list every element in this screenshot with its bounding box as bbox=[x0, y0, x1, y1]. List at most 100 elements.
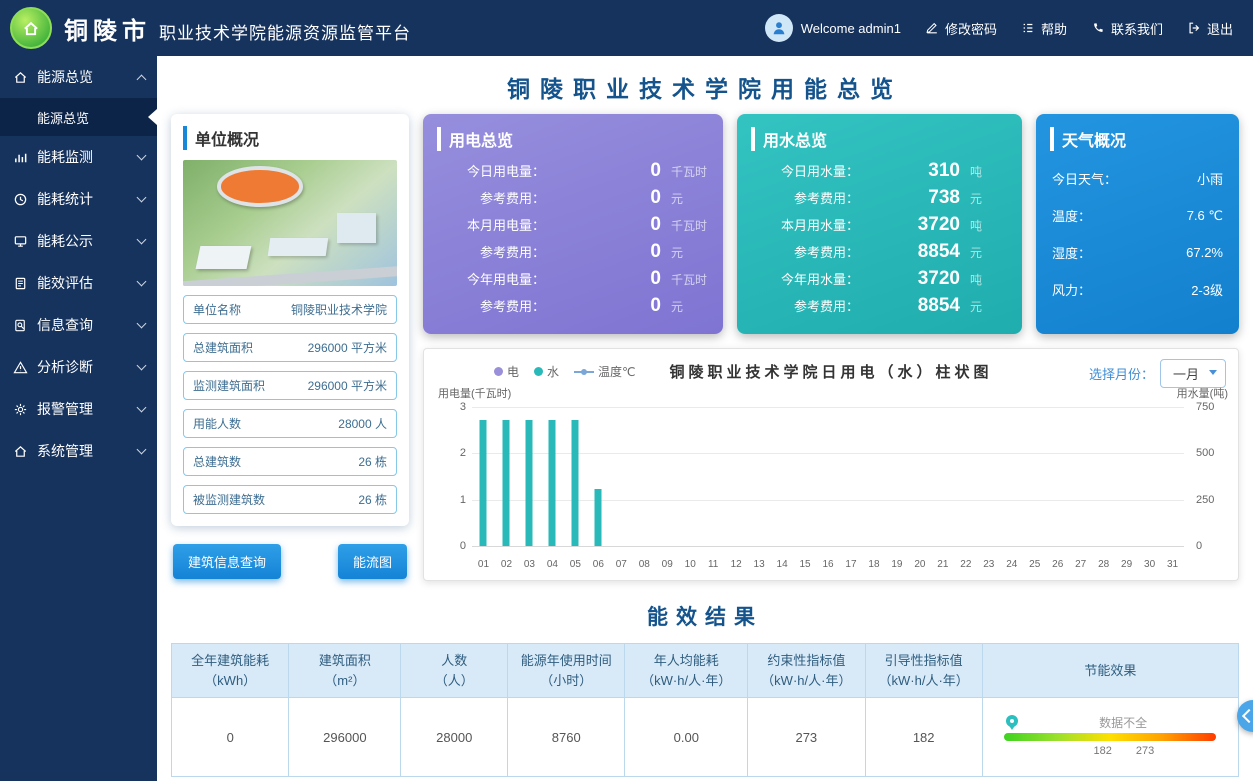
sidebar-item-info-query[interactable]: 信息查询 bbox=[0, 304, 157, 346]
x-axis-tick: 04 bbox=[541, 559, 564, 570]
user-avatar bbox=[765, 14, 793, 42]
building-info-query-button[interactable]: 建筑信息查询 bbox=[173, 544, 281, 579]
chart-day-slot bbox=[702, 407, 725, 546]
y-tick: 1 bbox=[432, 494, 466, 506]
chevron-down-icon bbox=[137, 235, 147, 245]
stat-line: 今日用电量： 0 千瓦时 bbox=[437, 160, 709, 187]
cell-annual-energy: 0 bbox=[172, 698, 289, 777]
sidebar-item-alarm-management[interactable]: 报警管理 bbox=[0, 388, 157, 430]
y-axis-left-label: 用电量(千瓦时) bbox=[438, 385, 511, 401]
x-axis-baseline bbox=[472, 546, 1184, 547]
x-axis-tick: 31 bbox=[1161, 559, 1184, 570]
marker-pin-icon bbox=[1006, 715, 1018, 727]
sidebar-subitem-energy-overview[interactable]: 能源总览 bbox=[0, 98, 157, 136]
sidebar-item-energy-publicity[interactable]: 能耗公示 bbox=[0, 220, 157, 262]
energy-flow-diagram-button[interactable]: 能流图 bbox=[338, 544, 407, 579]
building-shape bbox=[267, 238, 327, 256]
y-tick: 2 bbox=[432, 447, 466, 459]
cell-guide-index: 182 bbox=[865, 698, 982, 777]
stat-line: 今年用电量： 0 千瓦时 bbox=[437, 268, 709, 295]
effect-gradient-bar bbox=[1004, 733, 1216, 741]
effect-status: 数据不全 bbox=[1099, 714, 1147, 731]
chart-day-slot bbox=[633, 407, 656, 546]
stat-line: 参考费用： 738 元 bbox=[751, 187, 1008, 214]
month-select[interactable]: 一月 bbox=[1160, 359, 1226, 388]
col-building-area: 建筑面积（m²） bbox=[289, 644, 401, 698]
chart-day-slot bbox=[495, 407, 518, 546]
x-axis-tick: 24 bbox=[1000, 559, 1023, 570]
x-axis-tick: 29 bbox=[1115, 559, 1138, 570]
y-tick: 3 bbox=[432, 401, 466, 413]
change-password-button[interactable]: 修改密码 bbox=[925, 19, 997, 38]
stat-line: 参考费用： 0 元 bbox=[437, 187, 709, 214]
chart-day-slot bbox=[518, 407, 541, 546]
cell-building-area: 296000 bbox=[289, 698, 401, 777]
total-buildings-field: 总建筑数 26 栋 bbox=[183, 447, 397, 476]
chevron-down-icon bbox=[137, 151, 147, 161]
x-axis-tick: 08 bbox=[633, 559, 656, 570]
chart-plot-area: 3 2 1 0 750 500 250 0 bbox=[472, 407, 1184, 546]
active-notch-icon bbox=[148, 109, 157, 125]
x-axis-tick: 19 bbox=[885, 559, 908, 570]
chart-day-slot bbox=[1161, 407, 1184, 546]
x-axis-tick: 01 bbox=[472, 559, 495, 570]
bar-chart-icon bbox=[12, 150, 28, 165]
search-document-icon bbox=[12, 318, 28, 333]
chart-day-slot bbox=[977, 407, 1000, 546]
efficiency-results-title: 能效结果 bbox=[157, 601, 1253, 631]
weather-overview-title: 天气概况 bbox=[1050, 127, 1225, 151]
stat-line: 参考费用： 8854 元 bbox=[751, 241, 1008, 268]
chevron-down-icon bbox=[137, 277, 147, 287]
sidebar-item-analysis-diagnosis[interactable]: 分析诊断 bbox=[0, 346, 157, 388]
col-saving-effect: 节能效果 bbox=[982, 644, 1238, 698]
stat-line: 本月用水量： 3720 吨 bbox=[751, 214, 1008, 241]
contact-us-button[interactable]: 联系我们 bbox=[1091, 19, 1163, 38]
phone-icon bbox=[1091, 21, 1105, 35]
x-axis-tick: 05 bbox=[564, 559, 587, 570]
x-axis-tick: 02 bbox=[495, 559, 518, 570]
chart-day-slot bbox=[1115, 407, 1138, 546]
monitor-icon bbox=[12, 234, 28, 249]
col-guide-index: 引导性指标值（kW·h/人·年） bbox=[865, 644, 982, 698]
x-axis-tick: 15 bbox=[794, 559, 817, 570]
col-annual-hours: 能源年使用时间（小时） bbox=[508, 644, 625, 698]
y-tick: 0 bbox=[1196, 540, 1230, 552]
x-axis-tick: 22 bbox=[954, 559, 977, 570]
chart-bar-水-02 bbox=[503, 420, 510, 546]
user-menu[interactable]: Welcome admin1 bbox=[765, 14, 901, 42]
chart-bar-水-01 bbox=[480, 420, 487, 546]
page-title: 铜陵职业技术学院用能总览 bbox=[157, 70, 1253, 104]
chart-day-slot bbox=[725, 407, 748, 546]
cell-saving-effect: 数据不全 182 273 bbox=[982, 698, 1238, 777]
chart-bar-水-03 bbox=[526, 420, 533, 546]
temperature-line-icon bbox=[574, 368, 594, 376]
gear-icon bbox=[12, 402, 28, 417]
sidebar-item-energy-statistics[interactable]: 能耗统计 bbox=[0, 178, 157, 220]
sidebar-item-efficiency-evaluation[interactable]: 能效评估 bbox=[0, 262, 157, 304]
sidebar-item-system-management[interactable]: 系统管理 bbox=[0, 430, 157, 472]
logout-button[interactable]: 退出 bbox=[1187, 19, 1233, 38]
chart-day-slot bbox=[862, 407, 885, 546]
month-select-label: 选择月份： bbox=[1089, 364, 1154, 383]
legend-electricity: 电 bbox=[494, 363, 519, 380]
chart-day-slot bbox=[794, 407, 817, 546]
x-axis-tick: 14 bbox=[771, 559, 794, 570]
chart-day-slot bbox=[1046, 407, 1069, 546]
legend-temperature: 温度℃ bbox=[574, 363, 635, 380]
x-axis-labels: 0102030405060708091011121314151617181920… bbox=[472, 559, 1184, 570]
sidebar-item-energy-overview[interactable]: 能源总览 bbox=[0, 56, 157, 98]
x-axis-tick: 23 bbox=[977, 559, 1000, 570]
chart-bar-水-06 bbox=[595, 489, 602, 546]
x-axis-tick: 06 bbox=[587, 559, 610, 570]
weather-overview-panel: 天气概况 今日天气： 小雨 温度： 7.6 ℃ 湿度： 67.2% 风力： bbox=[1036, 114, 1239, 334]
chevron-down-icon bbox=[137, 445, 147, 455]
x-axis-tick: 07 bbox=[610, 559, 633, 570]
clock-icon bbox=[12, 192, 28, 207]
chevron-down-icon bbox=[137, 403, 147, 413]
electricity-overview-title: 用电总览 bbox=[437, 127, 709, 151]
stat-line: 参考费用： 8854 元 bbox=[751, 295, 1008, 322]
chart-day-slot bbox=[656, 407, 679, 546]
y-tick: 500 bbox=[1196, 447, 1230, 459]
help-button[interactable]: 帮助 bbox=[1021, 19, 1067, 38]
sidebar-item-energy-monitoring[interactable]: 能耗监测 bbox=[0, 136, 157, 178]
